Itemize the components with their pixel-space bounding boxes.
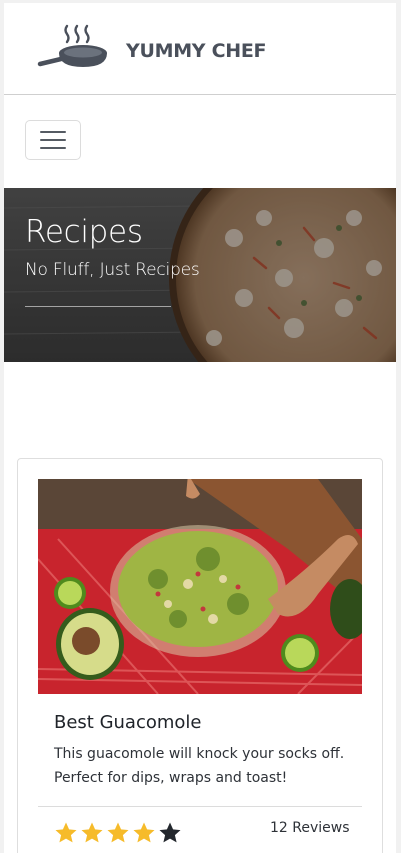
hero-subtitle: No Fluff, Just Recipes	[25, 260, 200, 280]
hamburger-menu-icon	[40, 131, 66, 149]
menu-toggle-button[interactable]	[25, 120, 81, 160]
frying-pan-steam-icon[interactable]	[37, 23, 113, 75]
recipe-description: This guacomole will knock your socks off…	[54, 746, 345, 786]
card-divider	[38, 806, 362, 807]
reviews-count[interactable]: 12 Reviews	[270, 820, 350, 836]
star-icon	[133, 822, 155, 843]
recipe-image[interactable]	[38, 479, 362, 694]
hero-title: Recipes	[25, 214, 143, 250]
star-icon	[81, 822, 103, 843]
star-icon	[55, 822, 77, 843]
page: YUMMY CHEF Recipes No Fluff, Just Recipe…	[4, 3, 396, 853]
hero-divider	[25, 306, 171, 307]
recipe-title[interactable]: Best Guacomole	[54, 712, 202, 733]
brand-name[interactable]: YUMMY CHEF	[126, 40, 266, 62]
site-header: YUMMY CHEF	[4, 3, 396, 95]
navbar	[4, 95, 396, 188]
hero-banner: Recipes No Fluff, Just Recipes	[4, 188, 396, 362]
star-icon	[107, 822, 129, 843]
recipe-card[interactable]: Best Guacomole This guacomole will knock…	[17, 458, 383, 853]
star-rating	[54, 821, 182, 845]
hero-text: Recipes No Fluff, Just Recipes	[25, 214, 200, 280]
star-empty-icon	[159, 822, 181, 843]
